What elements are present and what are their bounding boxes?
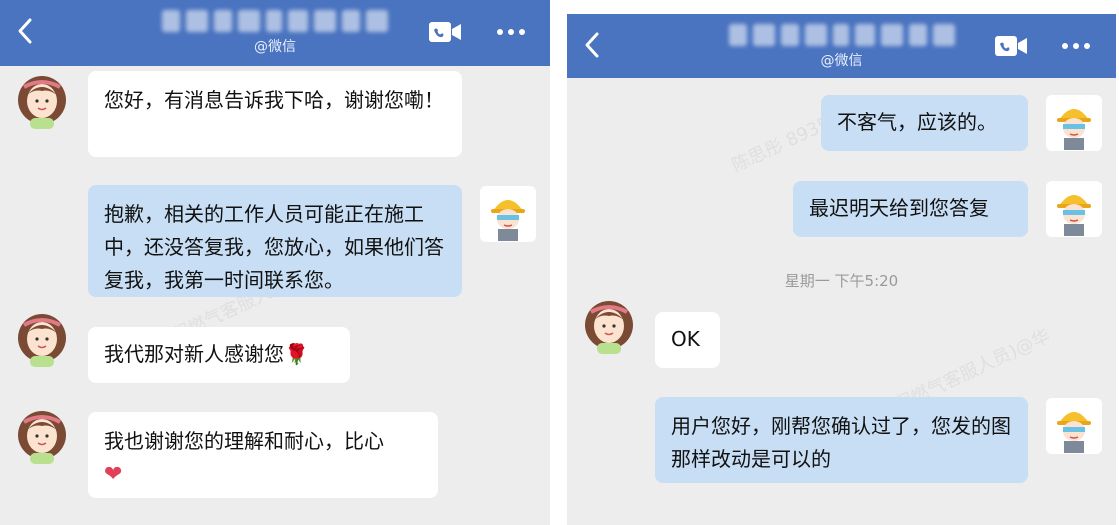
video-call-icon[interactable] (428, 21, 462, 43)
chat-subtitle: @微信 (254, 39, 296, 55)
chat-header: @微信 (567, 14, 1116, 78)
more-icon[interactable] (496, 22, 526, 42)
message-bubble[interactable]: 不客气，应该的。 (821, 95, 1028, 151)
woman-avatar-icon[interactable] (14, 408, 70, 464)
message-bubble[interactable]: OK (655, 312, 720, 368)
heart-emoji: ❤ (104, 462, 123, 487)
watermark: 陈思彤 8935 (728, 113, 834, 177)
woman-avatar-icon[interactable] (581, 298, 637, 354)
chat-subtitle: @微信 (820, 53, 863, 69)
chat-header: @微信 (0, 0, 550, 66)
contact-name-blurred (162, 10, 388, 32)
message-bubble[interactable]: 您好，有消息告诉我下哈，谢谢您嘞！ (88, 71, 462, 157)
worker-avatar-icon[interactable] (480, 186, 536, 242)
video-call-icon[interactable] (994, 35, 1028, 57)
worker-avatar-icon[interactable] (1046, 181, 1102, 237)
rose-emoji: 🌹 (284, 342, 309, 366)
message-text: 我也谢谢您的理解和耐心，比心 (104, 429, 384, 453)
message-bubble[interactable]: 用户您好，刚帮您确认过了，您发的图那样改动是可以的 (655, 397, 1028, 483)
worker-avatar-icon[interactable] (1046, 95, 1102, 151)
worker-avatar-icon[interactable] (1046, 398, 1102, 454)
message-bubble[interactable]: 我也谢谢您的理解和耐心，比心 ❤ (88, 412, 438, 498)
timestamp: 星期一 下午5:20 (784, 272, 899, 290)
more-icon[interactable] (1061, 36, 1091, 56)
woman-avatar-icon[interactable] (14, 73, 70, 129)
chat-screen-right: 陈思彤 8935 (华润燃气客服人员)@华 @微信 不客气，应该的。 最迟明天给… (567, 14, 1116, 525)
message-bubble[interactable]: 抱歉，相关的工作人员可能正在施工中，还没答复我，您放心，如果他们答复我，我第一时… (88, 185, 462, 297)
chat-screen-left: 陈思彤 (华润燃气客服人员)@华润燃气 8935 @微信 您好，有消息告诉我下哈… (0, 0, 550, 525)
message-bubble[interactable]: 最迟明天给到您答复 (793, 181, 1028, 237)
contact-name-blurred (728, 24, 955, 46)
message-text: 我代那对新人感谢您 (104, 342, 284, 366)
woman-avatar-icon[interactable] (14, 311, 70, 367)
message-bubble[interactable]: 我代那对新人感谢您🌹 (88, 327, 350, 383)
